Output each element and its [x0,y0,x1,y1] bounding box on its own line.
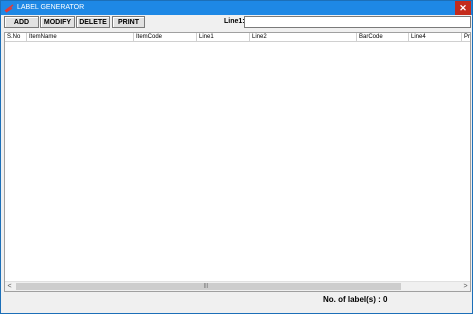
chevron-right-icon: > [463,283,468,290]
column-header-line4[interactable]: Line4 [409,33,462,41]
add-button[interactable]: ADD [4,16,39,28]
label-generator-window: LABEL GENERATOR ✕ ADD MODIFY DELETE PRIN… [0,0,473,314]
label-count-status: No. of label(s) : 0 [323,295,388,304]
labels-grid[interactable]: S.No ItemName ItemCode Line1 Line2 BarCo… [4,32,471,292]
line1-input[interactable] [244,16,471,28]
app-icon [4,4,14,13]
scroll-right-button[interactable]: > [461,282,470,291]
scroll-left-button[interactable]: < [5,282,14,291]
close-button[interactable]: ✕ [455,1,471,15]
column-header-line1[interactable]: Line1 [197,33,250,41]
horizontal-scrollbar[interactable]: < ||| > [5,281,470,291]
chevron-left-icon: < [7,283,12,290]
scrollbar-thumb[interactable]: ||| [16,283,401,290]
title-bar[interactable]: LABEL GENERATOR ✕ [1,1,472,15]
close-icon: ✕ [459,3,467,13]
column-header-itemcode[interactable]: ItemCode [134,33,197,41]
window-title: LABEL GENERATOR [17,4,85,11]
column-header-price[interactable]: Pr [462,33,470,41]
grid-header: S.No ItemName ItemCode Line1 Line2 BarCo… [5,33,470,42]
column-header-line2[interactable]: Line2 [250,33,357,41]
modify-button[interactable]: MODIFY [40,16,75,28]
line1-label: Line1: [224,18,245,25]
scrollbar-grip-icon: ||| [204,283,208,289]
column-header-barcode[interactable]: BarCode [357,33,409,41]
column-header-itemname[interactable]: ItemName [27,33,134,41]
delete-button[interactable]: DELETE [76,16,110,28]
column-header-sno[interactable]: S.No [5,33,27,41]
print-button[interactable]: PRINT [112,16,145,28]
